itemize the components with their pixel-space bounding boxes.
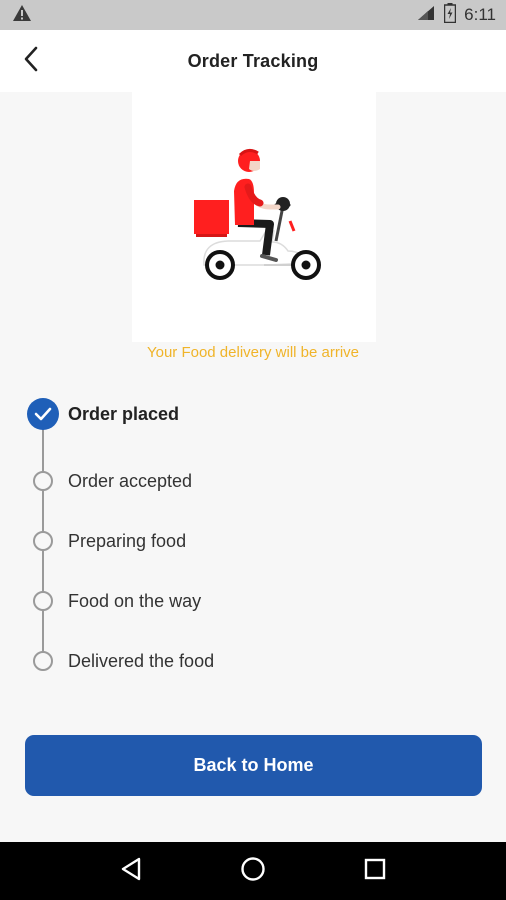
status-right: 6:11 <box>414 2 496 28</box>
pending-circle-icon <box>33 591 53 611</box>
step-preparing-food: Preparing food <box>0 523 506 559</box>
delivery-scooter-illustration <box>194 148 321 280</box>
system-nav-bar <box>0 842 506 900</box>
step-order-placed: Order placed <box>0 396 506 432</box>
step-label: Preparing food <box>68 531 187 551</box>
page-title: Order Tracking <box>187 50 319 71</box>
step-order-accepted: Order accepted <box>0 463 506 499</box>
nav-home-icon <box>240 856 266 887</box>
nav-back-icon <box>120 857 142 886</box>
warning-icon <box>12 4 32 27</box>
signal-icon <box>414 4 436 27</box>
nav-back-button[interactable] <box>111 851 151 891</box>
pending-circle-icon <box>33 471 53 491</box>
back-button[interactable] <box>14 44 48 78</box>
nav-home-button[interactable] <box>233 851 273 891</box>
step-label: Order accepted <box>68 471 193 491</box>
hero-card <box>132 92 376 342</box>
step-label: Delivered the food <box>68 651 215 671</box>
nav-recents-button[interactable] <box>355 851 395 891</box>
step-delivered-the-food: Delivered the food <box>0 643 506 679</box>
status-left <box>12 4 32 27</box>
pending-circle-icon <box>33 651 53 671</box>
delivery-message: Your Food delivery will be arrive <box>146 344 360 361</box>
status-time: 6:11 <box>464 5 496 24</box>
check-circle-icon <box>27 398 59 430</box>
battery-icon <box>443 2 457 28</box>
back-to-home-button[interactable]: Back to Home <box>25 735 482 796</box>
nav-recents-icon <box>364 858 386 885</box>
step-food-on-the-way: Food on the way <box>0 583 506 619</box>
app-bar: Order Tracking <box>0 30 506 92</box>
step-label: Order placed <box>68 404 180 424</box>
back-arrow-icon <box>23 46 39 77</box>
step-label: Food on the way <box>68 591 202 611</box>
pending-circle-icon <box>33 531 53 551</box>
status-bar: 6:11 <box>0 0 506 30</box>
